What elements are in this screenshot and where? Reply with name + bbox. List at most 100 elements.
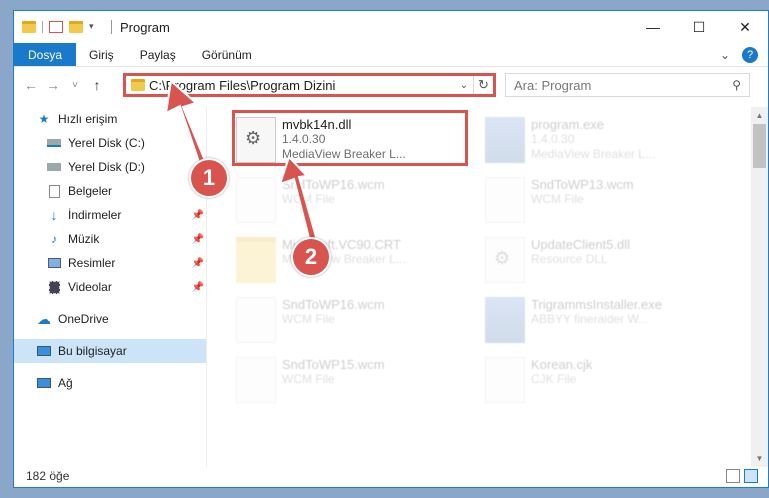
- toolbar-divider: [42, 21, 43, 33]
- folder-icon: [236, 237, 276, 283]
- search-icon[interactable]: ⚲: [732, 78, 741, 92]
- address-dropdown-icon[interactable]: ⌄: [455, 80, 473, 91]
- scroll-up-icon[interactable]: ▲: [751, 107, 768, 124]
- file-item[interactable]: TrigrammsInstaller.exe ABBYY fineraider …: [483, 293, 723, 349]
- sidebar-item-downloads[interactable]: ↓ İndirmeler 📌: [14, 203, 206, 227]
- file-item[interactable]: program.exe 1.4.0.30 MediaView Breaker L…: [483, 113, 723, 169]
- pin-icon[interactable]: 📌: [192, 210, 204, 221]
- sidebar-item-label: Resimler: [68, 256, 116, 270]
- drive-icon: [46, 136, 62, 150]
- sidebar-item-label: Bu bilgisayar: [58, 344, 127, 358]
- file-item[interactable]: SndToWP15.wcm WCM File: [234, 353, 474, 409]
- file-type: CJK File: [531, 372, 577, 386]
- window-controls: — ☐ ✕: [630, 11, 768, 43]
- file-item[interactable]: SndToWP13.wcm WCM File: [483, 173, 723, 229]
- help-icon[interactable]: ?: [742, 46, 758, 63]
- music-icon: ♪: [51, 232, 57, 246]
- sidebar-item-onedrive[interactable]: ☁ OneDrive: [14, 307, 206, 331]
- drive-icon: [46, 160, 62, 174]
- window-title: Program: [120, 19, 170, 35]
- download-icon: ↓: [50, 207, 58, 223]
- scroll-thumb[interactable]: [753, 124, 766, 168]
- vertical-scrollbar[interactable]: ▲ ▼: [751, 107, 768, 467]
- file-name: program.exe: [531, 117, 604, 132]
- sidebar-item-label: Yerel Disk (D:): [68, 160, 145, 174]
- sidebar-item-label: Belgeler: [68, 184, 113, 198]
- expand-ribbon-icon[interactable]: ⌄: [720, 48, 730, 62]
- dll-file-icon: ⚙: [485, 237, 525, 283]
- step-badge-2: 2: [291, 237, 331, 277]
- refresh-icon[interactable]: ↻: [473, 76, 493, 94]
- cloud-icon: ☁: [37, 310, 51, 327]
- status-bar: 182 öğe: [14, 465, 768, 487]
- tab-file[interactable]: Dosya: [14, 43, 77, 66]
- sidebar-item-quick-access[interactable]: ★ Hızlı erişim: [14, 107, 206, 131]
- exe-file-icon: [485, 117, 525, 163]
- folder-item[interactable]: Microsoft.VC90.CRT MediaView Breaker L..…: [234, 233, 474, 289]
- new-folder-icon[interactable]: [69, 21, 83, 33]
- exe-file-icon: [485, 297, 525, 343]
- sidebar-item-label: İndirmeler: [68, 208, 122, 222]
- network-icon: [36, 376, 52, 390]
- file-name: SndToWP16.wcm: [282, 297, 385, 312]
- item-count: 182 öğe: [26, 469, 70, 483]
- file-item[interactable]: ⚙ UpdateClient5.dll Resource DLL: [483, 233, 723, 289]
- address-bar[interactable]: C:\Program Files\Program Dizini ⌄ ↻: [123, 73, 496, 97]
- step-badge-1: 1: [189, 158, 229, 198]
- sidebar-item-videos[interactable]: Videolar 📌: [14, 275, 206, 299]
- folder-icon[interactable]: [22, 21, 36, 33]
- tab-share[interactable]: Paylaş: [127, 43, 189, 66]
- forward-button[interactable]: →: [42, 77, 64, 93]
- navigation-bar: ← → ˅ ↑ C:\Program Files\Program Dizini …: [14, 71, 768, 99]
- file-name: Korean.cjk: [531, 357, 593, 372]
- customize-toolbar-icon[interactable]: ▾: [89, 21, 103, 33]
- computer-icon: [36, 344, 52, 358]
- file-item[interactable]: Korean.cjk CJK File: [483, 353, 723, 409]
- file-icon: [236, 177, 276, 223]
- sidebar-item-disk-c[interactable]: Yerel Disk (C:): [14, 131, 206, 155]
- maximize-button[interactable]: ☐: [676, 11, 722, 43]
- minimize-button[interactable]: —: [630, 11, 676, 43]
- file-icon: [236, 297, 276, 343]
- sidebar-item-label: Müzik: [68, 232, 100, 246]
- sidebar-item-this-pc[interactable]: Bu bilgisayar: [14, 339, 206, 363]
- tab-home[interactable]: Giriş: [76, 43, 127, 66]
- file-name: SndToWP15.wcm: [282, 357, 385, 372]
- sidebar-item-disk-d[interactable]: Yerel Disk (D:): [14, 155, 206, 179]
- sidebar-item-documents[interactable]: Belgeler: [14, 179, 206, 203]
- sidebar-item-pictures[interactable]: Resimler 📌: [14, 251, 206, 275]
- sidebar-item-network[interactable]: Ağ: [14, 371, 206, 395]
- videos-icon: [46, 280, 62, 294]
- properties-icon[interactable]: [49, 21, 63, 33]
- star-icon: ★: [38, 112, 50, 126]
- pin-icon[interactable]: 📌: [192, 282, 204, 293]
- back-button[interactable]: ←: [20, 77, 42, 93]
- pin-icon[interactable]: 📌: [192, 234, 204, 245]
- search-box[interactable]: Ara: Program ⚲: [505, 73, 750, 97]
- documents-icon: [46, 184, 62, 198]
- ribbon-tabs: Dosya Giriş Paylaş Görünüm ⌄ ?: [14, 43, 768, 67]
- file-type: ABBYY fineraider W...: [531, 312, 649, 326]
- file-item[interactable]: SndToWP16.wcm WCM File: [234, 293, 474, 349]
- sidebar-item-music[interactable]: ♪ Müzik 📌: [14, 227, 206, 251]
- details-view-icon[interactable]: [726, 469, 740, 483]
- file-highlight-box: [232, 110, 468, 166]
- close-button[interactable]: ✕: [722, 11, 768, 43]
- sidebar-item-label: Videolar: [68, 280, 112, 294]
- pin-icon[interactable]: 📌: [192, 258, 204, 269]
- view-toggle: [726, 469, 758, 483]
- file-name: UpdateClient5.dll: [531, 237, 631, 252]
- tiles-view-icon[interactable]: [744, 469, 758, 483]
- up-button[interactable]: ↑: [86, 77, 108, 93]
- file-type: WCM File: [531, 192, 584, 206]
- search-input[interactable]: Ara: Program: [514, 78, 591, 93]
- file-item[interactable]: SndToWP16.wcm WCM File: [234, 173, 474, 229]
- recent-locations-button[interactable]: ˅: [64, 80, 86, 91]
- ribbon-right-controls: ⌄ ?: [720, 43, 768, 66]
- file-type: Resource DLL: [531, 252, 608, 266]
- file-name: TrigrammsInstaller.exe: [531, 297, 662, 312]
- tab-view[interactable]: Görünüm: [189, 43, 265, 66]
- address-path[interactable]: C:\Program Files\Program Dizini: [149, 78, 455, 93]
